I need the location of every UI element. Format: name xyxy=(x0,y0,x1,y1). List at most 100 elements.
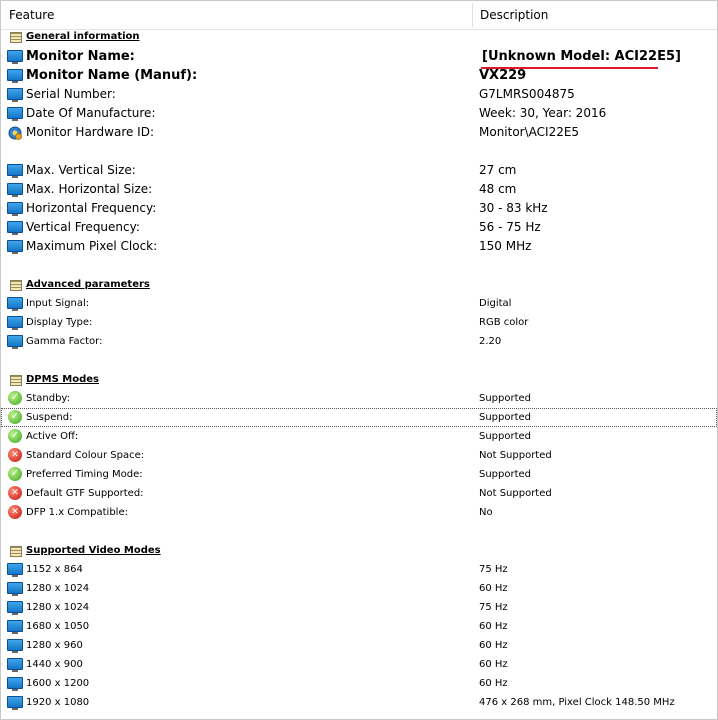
section-folder-icon xyxy=(7,372,23,387)
row-active-off[interactable]: ✓ Active Off: Supported xyxy=(1,427,717,446)
section-dpms[interactable]: DPMS Modes xyxy=(1,370,717,389)
monitor-icon xyxy=(7,619,23,634)
row-label: Date Of Manufacture: xyxy=(26,106,156,120)
row-label: Monitor Name: xyxy=(26,49,135,64)
row-max-horizontal-size[interactable]: Max. Horizontal Size: 48 cm xyxy=(1,180,717,199)
row-value: Supported xyxy=(479,412,532,423)
video-mode-value: 60 Hz xyxy=(479,640,508,651)
monitor-icon xyxy=(7,334,23,349)
row-label: Vertical Frequency: xyxy=(26,220,140,234)
monitor-icon xyxy=(7,296,23,311)
row-display-type[interactable]: Display Type: RGB color xyxy=(1,313,717,332)
row-value: Week: 30, Year: 2016 xyxy=(479,106,607,120)
monitor-icon xyxy=(7,695,23,710)
row-label: DFP 1.x Compatible: xyxy=(26,507,128,518)
section-label: Supported Video Modes xyxy=(26,545,161,556)
row-value: 48 cm xyxy=(479,182,517,196)
video-mode-row[interactable]: 1152 x 864 75 Hz xyxy=(1,560,717,579)
row-horizontal-frequency[interactable]: Horizontal Frequency: 30 - 83 kHz xyxy=(1,199,717,218)
row-preferred-timing-mode[interactable]: ✓ Preferred Timing Mode: Supported xyxy=(1,465,717,484)
video-mode-row[interactable]: 1280 x 1024 75 Hz xyxy=(1,598,717,617)
row-dfp-compatible[interactable]: ✕ DFP 1.x Compatible: No xyxy=(1,503,717,522)
row-value: 56 - 75 Hz xyxy=(479,220,541,234)
monitor-icon xyxy=(7,87,23,102)
row-standby[interactable]: ✓ Standby: Supported xyxy=(1,389,717,408)
section-advanced[interactable]: Advanced parameters xyxy=(1,275,717,294)
monitor-icon xyxy=(7,220,23,235)
row-label: Preferred Timing Mode: xyxy=(26,469,143,480)
section-folder-icon xyxy=(7,543,23,558)
row-label: Monitor Name (Manuf): xyxy=(26,68,198,83)
video-mode-label: 1920 x 1080 xyxy=(26,697,90,708)
row-value: [Unknown Model: ACI22E5] xyxy=(482,49,681,64)
row-label: Monitor Hardware ID: xyxy=(26,125,155,139)
row-value: Not Supported xyxy=(479,488,552,499)
section-general[interactable]: General information xyxy=(1,27,717,46)
monitor-icon xyxy=(7,657,23,672)
monitor-icon xyxy=(7,600,23,615)
video-mode-label: 1440 x 900 xyxy=(26,659,83,670)
monitor-icon xyxy=(7,581,23,596)
video-mode-row[interactable]: 1920 x 1080 476 x 268 mm, Pixel Clock 14… xyxy=(1,693,717,712)
row-monitor-name[interactable]: Monitor Name: [Unknown Model: ACI22E5] xyxy=(1,46,717,67)
row-label: Max. Vertical Size: xyxy=(26,163,136,177)
video-mode-label: 1152 x 864 xyxy=(26,564,83,575)
check-icon: ✓ xyxy=(7,467,23,482)
row-serial-number[interactable]: Serial Number: G7LMRS004875 xyxy=(1,85,717,104)
row-value: Monitor\ACI22E5 xyxy=(479,125,580,139)
monitor-properties-list: Feature Description General information … xyxy=(0,0,718,720)
row-label: Suspend: xyxy=(26,412,73,423)
monitor-icon xyxy=(7,163,23,178)
monitor-icon xyxy=(7,68,23,83)
row-default-gtf[interactable]: ✕ Default GTF Supported: Not Supported xyxy=(1,484,717,503)
monitor-icon xyxy=(7,638,23,653)
error-icon: ✕ xyxy=(7,486,23,501)
video-mode-row[interactable]: 1680 x 1050 60 Hz xyxy=(1,617,717,636)
row-value: Supported xyxy=(479,469,532,480)
video-mode-row[interactable]: 1280 x 1024 60 Hz xyxy=(1,579,717,598)
column-feature[interactable]: Feature xyxy=(1,1,472,29)
video-mode-label: 1280 x 960 xyxy=(26,640,83,651)
video-mode-label: 1600 x 1200 xyxy=(26,678,90,689)
row-label: Default GTF Supported: xyxy=(26,488,144,499)
video-mode-label: 1280 x 1024 xyxy=(26,602,90,613)
row-max-pixel-clock[interactable]: Maximum Pixel Clock: 150 MHz xyxy=(1,237,717,256)
row-label: Max. Horizontal Size: xyxy=(26,182,153,196)
row-suspend[interactable]: ✓ Suspend: Supported xyxy=(1,408,717,427)
row-value: Supported xyxy=(479,393,532,404)
row-value: No xyxy=(479,507,493,518)
section-folder-icon xyxy=(7,277,23,292)
section-video-modes[interactable]: Supported Video Modes xyxy=(1,541,717,560)
error-icon: ✕ xyxy=(7,505,23,520)
row-label: Standby: xyxy=(26,393,70,404)
row-hardware-id[interactable]: Monitor Hardware ID: Monitor\ACI22E5 xyxy=(1,123,717,142)
video-mode-label: 1280 x 1024 xyxy=(26,583,90,594)
row-standard-colour-space[interactable]: ✕ Standard Colour Space: Not Supported xyxy=(1,446,717,465)
monitor-icon xyxy=(7,315,23,330)
row-max-vertical-size[interactable]: Max. Vertical Size: 27 cm xyxy=(1,161,717,180)
monitor-icon xyxy=(7,239,23,254)
row-value: Digital xyxy=(479,298,512,309)
check-icon: ✓ xyxy=(7,391,23,406)
video-mode-row[interactable]: 1440 x 900 60 Hz xyxy=(1,655,717,674)
section-label: Advanced parameters xyxy=(26,279,150,290)
section-label: DPMS Modes xyxy=(26,374,99,385)
row-value: Not Supported xyxy=(479,450,552,461)
video-mode-value: 60 Hz xyxy=(479,659,508,670)
check-icon: ✓ xyxy=(7,429,23,444)
video-mode-value: 60 Hz xyxy=(479,621,508,632)
video-mode-row[interactable]: 1280 x 960 60 Hz xyxy=(1,636,717,655)
video-mode-row[interactable]: 1600 x 1200 60 Hz xyxy=(1,674,717,693)
row-date-of-manufacture[interactable]: Date Of Manufacture: Week: 30, Year: 201… xyxy=(1,104,717,123)
row-monitor-name-manuf[interactable]: Monitor Name (Manuf): VX229 xyxy=(1,65,717,86)
row-input-signal[interactable]: Input Signal: Digital xyxy=(1,294,717,313)
column-description[interactable]: Description xyxy=(472,1,717,29)
monitor-icon xyxy=(7,562,23,577)
row-label: Display Type: xyxy=(26,317,93,328)
row-gamma-factor[interactable]: Gamma Factor: 2.20 xyxy=(1,332,717,351)
video-mode-value: 60 Hz xyxy=(479,583,508,594)
row-value: 2.20 xyxy=(479,336,502,347)
row-vertical-frequency[interactable]: Vertical Frequency: 56 - 75 Hz xyxy=(1,218,717,237)
column-header: Feature Description xyxy=(1,1,717,30)
monitor-icon xyxy=(7,49,23,64)
